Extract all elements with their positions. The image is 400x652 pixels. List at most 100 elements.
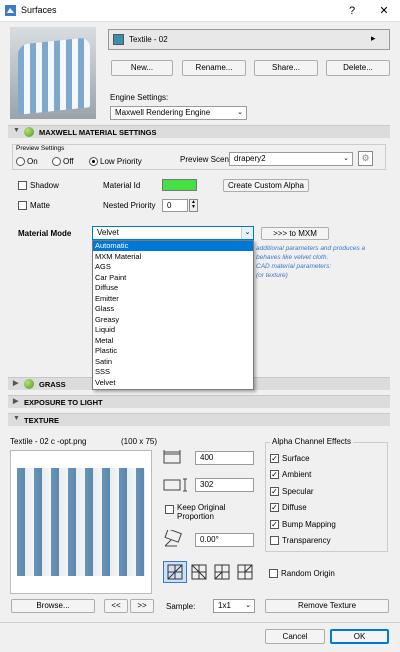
random-origin-checkbox[interactable] <box>269 569 278 578</box>
mode-note-line-1: additional parameters and produces a <box>256 245 366 252</box>
preview-low-priority-radio[interactable] <box>89 157 98 166</box>
maxwell-icon <box>24 127 34 137</box>
preview-settings-label: Preview Settings <box>16 145 65 152</box>
preview-on-radio[interactable] <box>16 157 25 166</box>
dropdown-option[interactable]: SSS <box>93 367 253 377</box>
delete-button[interactable]: Delete... <box>326 60 390 76</box>
texture-height-input[interactable]: 302 <box>195 478 254 492</box>
shadow-checkbox[interactable] <box>18 181 27 190</box>
create-alpha-button[interactable]: Create Custom Alpha <box>223 179 309 192</box>
dropdown-option[interactable]: Car Paint <box>93 273 253 283</box>
texture-width-value: 400 <box>200 453 214 462</box>
nested-priority-input[interactable]: 0 <box>162 199 188 212</box>
exposure-section-title: EXPOSURE TO LIGHT <box>24 398 103 407</box>
shadow-label: Shadow <box>30 181 59 190</box>
preview-scene-select[interactable]: drapery2 ⌄ <box>229 152 353 166</box>
random-origin-label: Random Origin <box>281 569 335 578</box>
to-mxm-button[interactable]: >>> to MXM <box>261 227 329 240</box>
gear-icon[interactable]: ⚙ <box>358 151 373 166</box>
ok-button[interactable]: OK <box>330 629 389 644</box>
preview-off-radio[interactable] <box>52 157 61 166</box>
tile-icon <box>167 564 183 580</box>
dropdown-option[interactable]: Metal <box>93 336 253 346</box>
nested-priority-stepper[interactable]: ▲ ▼ <box>189 199 198 212</box>
tile-mode-3-button[interactable] <box>212 562 234 582</box>
maxwell-section-header[interactable]: ▼ MAXWELL MATERIAL SETTINGS <box>8 125 390 138</box>
material-mode-label: Material Mode <box>18 229 72 238</box>
dropdown-option[interactable]: AGS <box>93 262 253 272</box>
alpha-specular-checkbox[interactable]: ✓ <box>270 487 279 496</box>
alpha-bump-label: Bump Mapping <box>282 520 336 529</box>
dropdown-option[interactable]: Satin <box>93 357 253 367</box>
surface-selector[interactable]: Textile - 02 ▸ <box>108 29 390 50</box>
app-icon <box>5 5 16 16</box>
alpha-ambient-checkbox[interactable]: ✓ <box>270 470 279 479</box>
dropdown-option[interactable]: Liquid <box>93 325 253 335</box>
prev-texture-button[interactable]: << <box>104 599 128 613</box>
texture-preview <box>10 450 152 594</box>
texture-section-header[interactable]: ▼ TEXTURE <box>8 413 390 426</box>
engine-label: Engine Settings: <box>110 93 169 102</box>
matte-label: Matte <box>30 201 51 210</box>
remove-texture-button[interactable]: Remove Texture <box>265 599 389 613</box>
sample-label: Sample: <box>166 602 196 611</box>
new-button[interactable]: New... <box>111 60 173 76</box>
sample-value: 1x1 <box>218 601 231 610</box>
cancel-button[interactable]: Cancel <box>265 629 325 644</box>
fabric-preview <box>18 37 90 115</box>
keep-proportion-checkbox[interactable] <box>165 505 174 514</box>
tile-icon <box>237 564 253 580</box>
dropdown-option[interactable]: Greasy <box>93 315 253 325</box>
expand-triangle-icon: ▶ <box>13 380 19 387</box>
material-mode-select[interactable]: Velvet ⌄ <box>92 226 254 240</box>
dropdown-option[interactable]: Automatic <box>93 241 253 252</box>
chevron-down-icon: ⌄ <box>245 602 251 609</box>
angle-icon <box>164 530 182 547</box>
material-id-label: Material Id <box>103 181 141 190</box>
texture-angle-value: 0.00° <box>200 535 219 544</box>
preview-scene-label: Preview Scene <box>180 155 234 164</box>
material-preview-image <box>10 27 96 119</box>
height-icon <box>163 478 187 492</box>
texture-width-input[interactable]: 400 <box>195 451 254 465</box>
alpha-surface-label: Surface <box>282 454 310 463</box>
dropdown-option[interactable]: Diffuse <box>93 283 253 293</box>
tile-mode-4-button[interactable] <box>235 562 257 582</box>
alpha-surface-checkbox[interactable]: ✓ <box>270 454 279 463</box>
surface-name: Textile - 02 <box>129 35 168 44</box>
exposure-section-header[interactable]: ▶ EXPOSURE TO LIGHT <box>8 395 390 408</box>
alpha-specular-label: Specular <box>282 487 314 496</box>
alpha-diffuse-checkbox[interactable]: ✓ <box>270 503 279 512</box>
close-button[interactable]: ✕ <box>372 2 396 20</box>
material-mode-dropdown-list: Automatic MXM Material AGS Car Paint Dif… <box>92 240 254 390</box>
engine-value: Maxwell Rendering Engine <box>115 108 211 117</box>
browse-button[interactable]: Browse... <box>11 599 95 613</box>
sample-select[interactable]: 1x1 ⌄ <box>213 599 255 613</box>
alpha-bump-checkbox[interactable]: ✓ <box>270 520 279 529</box>
texture-dimensions: (100 x 75) <box>121 437 158 446</box>
engine-select[interactable]: Maxwell Rendering Engine ⌄ <box>110 106 247 120</box>
alpha-ambient-label: Ambient <box>282 470 312 479</box>
texture-angle-input[interactable]: 0.00° <box>195 533 254 547</box>
material-id-swatch[interactable] <box>162 179 197 191</box>
surface-menu-icon[interactable]: ▸ <box>371 33 376 44</box>
dropdown-option[interactable]: Velvet <box>93 378 253 388</box>
dropdown-option[interactable]: Glass <box>93 304 253 314</box>
width-icon <box>163 450 181 464</box>
maxwell-section-title: MAXWELL MATERIAL SETTINGS <box>39 128 157 137</box>
texture-image <box>17 468 145 576</box>
dropdown-option[interactable]: Plastic <box>93 346 253 356</box>
tile-mode-1-button[interactable] <box>163 561 187 583</box>
next-texture-button[interactable]: >> <box>130 599 154 613</box>
mode-note-line-2: behaves like velvet cloth. <box>256 254 329 261</box>
tile-mode-2-button[interactable] <box>189 562 211 582</box>
matte-checkbox[interactable] <box>18 201 27 210</box>
share-button[interactable]: Share... <box>254 60 318 76</box>
title-bar: Surfaces ? ✕ <box>0 0 400 22</box>
help-button[interactable]: ? <box>340 2 364 20</box>
dropdown-option[interactable]: Emitter <box>93 294 253 304</box>
collapse-triangle-icon: ▼ <box>13 127 20 134</box>
dropdown-option[interactable]: MXM Material <box>93 252 253 262</box>
rename-button[interactable]: Rename... <box>182 60 246 76</box>
alpha-transparency-checkbox[interactable] <box>270 536 279 545</box>
